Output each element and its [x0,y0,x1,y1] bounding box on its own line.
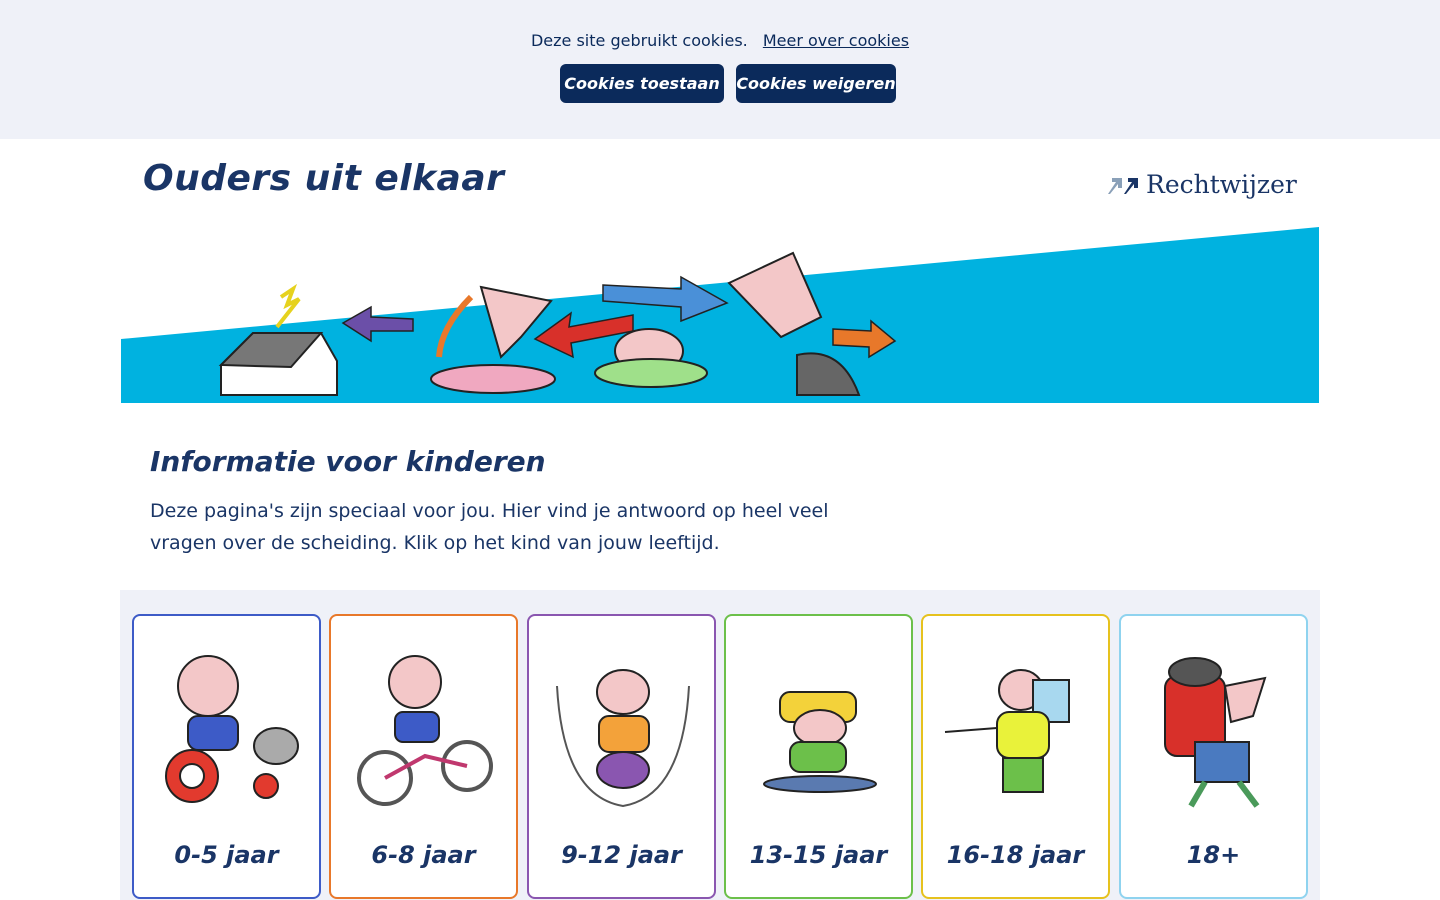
cookie-message: Deze site gebruikt cookies. [530,31,748,50]
child-on-bicycle-icon [357,655,493,806]
age-card-label: 13-15 jaar [749,841,888,869]
teen-reading-book-icon [944,669,1070,793]
teen-on-skateboard-icon [763,691,877,793]
rechtwijzer-logo[interactable]: Rechtwijzer [1108,168,1297,200]
site-title[interactable]: Ouders uit elkaar [143,158,504,199]
cookies-accept-button[interactable]: Cookies toestaan [560,64,724,103]
intro-title: Informatie voor kinderen [150,445,546,478]
cookie-message-row: Deze site gebruikt cookies. Meer over co… [0,31,1440,50]
age-card-9-12[interactable]: 9-12 jaar [527,614,716,899]
cookies-refuse-button[interactable]: Cookies weigeren [736,64,896,103]
age-card-label: 6-8 jaar [371,841,476,869]
age-card-label: 0-5 jaar [174,841,279,869]
age-cards-area: 0-5 jaar 6-8 jaar 9-12 jaar 13-15 jaar 1… [120,590,1320,900]
logo-text: Rechtwijzer [1146,169,1297,199]
logo-arrow-icon [1108,178,1138,194]
hero-illustration [121,227,1319,403]
age-card-0-5[interactable]: 0-5 jaar [132,614,321,899]
child-on-tricycle-icon [165,655,299,803]
girl-jumping-rope-icon [556,669,690,808]
age-card-18-plus[interactable]: 18+ [1119,614,1308,899]
intro-text: Deze pagina's zijn speciaal voor jou. Hi… [150,500,829,554]
cookie-more-link[interactable]: Meer over cookies [763,31,909,50]
cookie-banner: Deze site gebruikt cookies. Meer over co… [0,0,1440,139]
age-card-label: 9-12 jaar [561,841,682,869]
age-card-13-15[interactable]: 13-15 jaar [724,614,913,899]
backpacker-icon [1164,657,1267,808]
age-card-label: 18+ [1186,841,1241,869]
age-card-label: 16-18 jaar [946,841,1085,869]
age-card-6-8[interactable]: 6-8 jaar [329,614,518,899]
age-card-16-18[interactable]: 16-18 jaar [921,614,1110,899]
